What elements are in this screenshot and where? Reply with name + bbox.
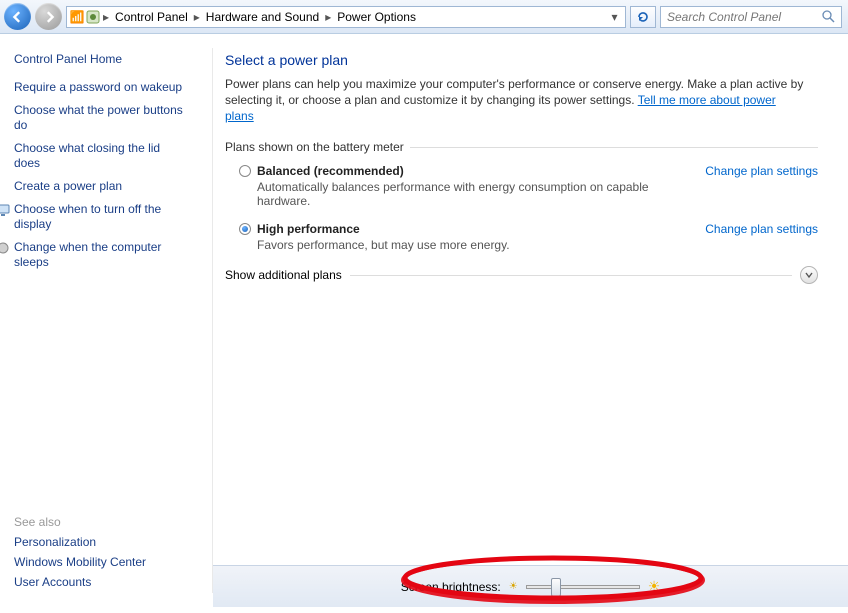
radio-balanced[interactable] [239, 165, 251, 177]
sidebar-task-power-buttons[interactable]: Choose what the power buttons do [14, 103, 184, 133]
plan-desc: Automatically balances performance with … [257, 180, 678, 208]
sun-small-icon: ☀ [509, 581, 518, 592]
refresh-icon [636, 10, 650, 24]
chevron-down-icon [804, 270, 814, 280]
expand-button[interactable] [800, 266, 818, 284]
group-label-text: Plans shown on the battery meter [225, 140, 404, 154]
brightness-bar: Screen brightness: ☀ ☀ [213, 565, 848, 607]
monitor-icon [0, 203, 10, 217]
see-also-section: See also Personalization Windows Mobilit… [14, 515, 146, 595]
search-input[interactable]: Search Control Panel [660, 6, 842, 28]
sidebar-task-sleep[interactable]: Change when the computer sleeps [14, 240, 184, 270]
arrow-right-icon [43, 11, 55, 23]
plan-desc: Favors performance, but may use more ene… [257, 238, 678, 252]
sidebar-task-require-password[interactable]: Require a password on wakeup [14, 80, 184, 95]
brightness-label: Screen brightness: [401, 580, 501, 594]
search-placeholder: Search Control Panel [667, 10, 781, 24]
content-area: Control Panel Home Require a password on… [0, 34, 848, 607]
page-title: Select a power plan [225, 52, 818, 68]
arrow-left-icon [12, 11, 24, 23]
change-plan-settings-link[interactable]: Change plan settings [705, 222, 818, 236]
moon-icon [0, 241, 10, 255]
see-also-user-accounts[interactable]: User Accounts [14, 575, 146, 589]
sidebar-task-turn-off-display[interactable]: Choose when to turn off the display [14, 202, 184, 232]
show-additional-label: Show additional plans [225, 268, 342, 282]
see-also-heading: See also [14, 515, 146, 529]
group-label: Plans shown on the battery meter [225, 140, 818, 154]
slider-thumb[interactable] [551, 578, 561, 598]
back-button[interactable] [4, 3, 31, 30]
control-panel-home-link[interactable]: Control Panel Home [14, 52, 202, 66]
plan-name[interactable]: Balanced (recommended) [257, 164, 678, 178]
show-additional-plans[interactable]: Show additional plans [225, 266, 818, 284]
breadcrumb[interactable]: Control Panel [109, 10, 194, 24]
main-panel: Select a power plan Power plans can help… [213, 34, 848, 607]
sidebar-task-closing-lid[interactable]: Choose what closing the lid does [14, 141, 184, 171]
plan-name[interactable]: High performance [257, 222, 678, 236]
search-icon [822, 10, 835, 23]
divider [410, 147, 818, 148]
refresh-button[interactable] [630, 6, 656, 28]
address-toolbar: 📶 ▸ Control Panel ▸ Hardware and Sound ▸… [0, 0, 848, 34]
see-also-mobility-center[interactable]: Windows Mobility Center [14, 555, 146, 569]
breadcrumb[interactable]: Power Options [331, 10, 422, 24]
sidebar-task-create-plan[interactable]: Create a power plan [14, 179, 184, 194]
sun-large-icon: ☀ [648, 578, 661, 595]
brightness-slider[interactable] [526, 585, 640, 589]
address-bar[interactable]: 📶 ▸ Control Panel ▸ Hardware and Sound ▸… [66, 6, 626, 28]
power-plan-balanced: Balanced (recommended) Automatically bal… [239, 164, 818, 218]
intro-text: Power plans can help you maximize your c… [225, 76, 805, 124]
address-dropdown[interactable]: ▾ [605, 10, 623, 24]
sidebar: Control Panel Home Require a password on… [0, 34, 212, 607]
change-plan-settings-link[interactable]: Change plan settings [705, 164, 818, 178]
forward-button[interactable] [35, 3, 62, 30]
see-also-personalization[interactable]: Personalization [14, 535, 146, 549]
control-panel-icon [85, 9, 101, 25]
power-plan-high-performance: High performance Favors performance, but… [239, 222, 818, 262]
radio-high-performance[interactable] [239, 223, 251, 235]
network-icon: 📶 [69, 9, 85, 25]
breadcrumb[interactable]: Hardware and Sound [200, 10, 325, 24]
divider [350, 275, 792, 276]
